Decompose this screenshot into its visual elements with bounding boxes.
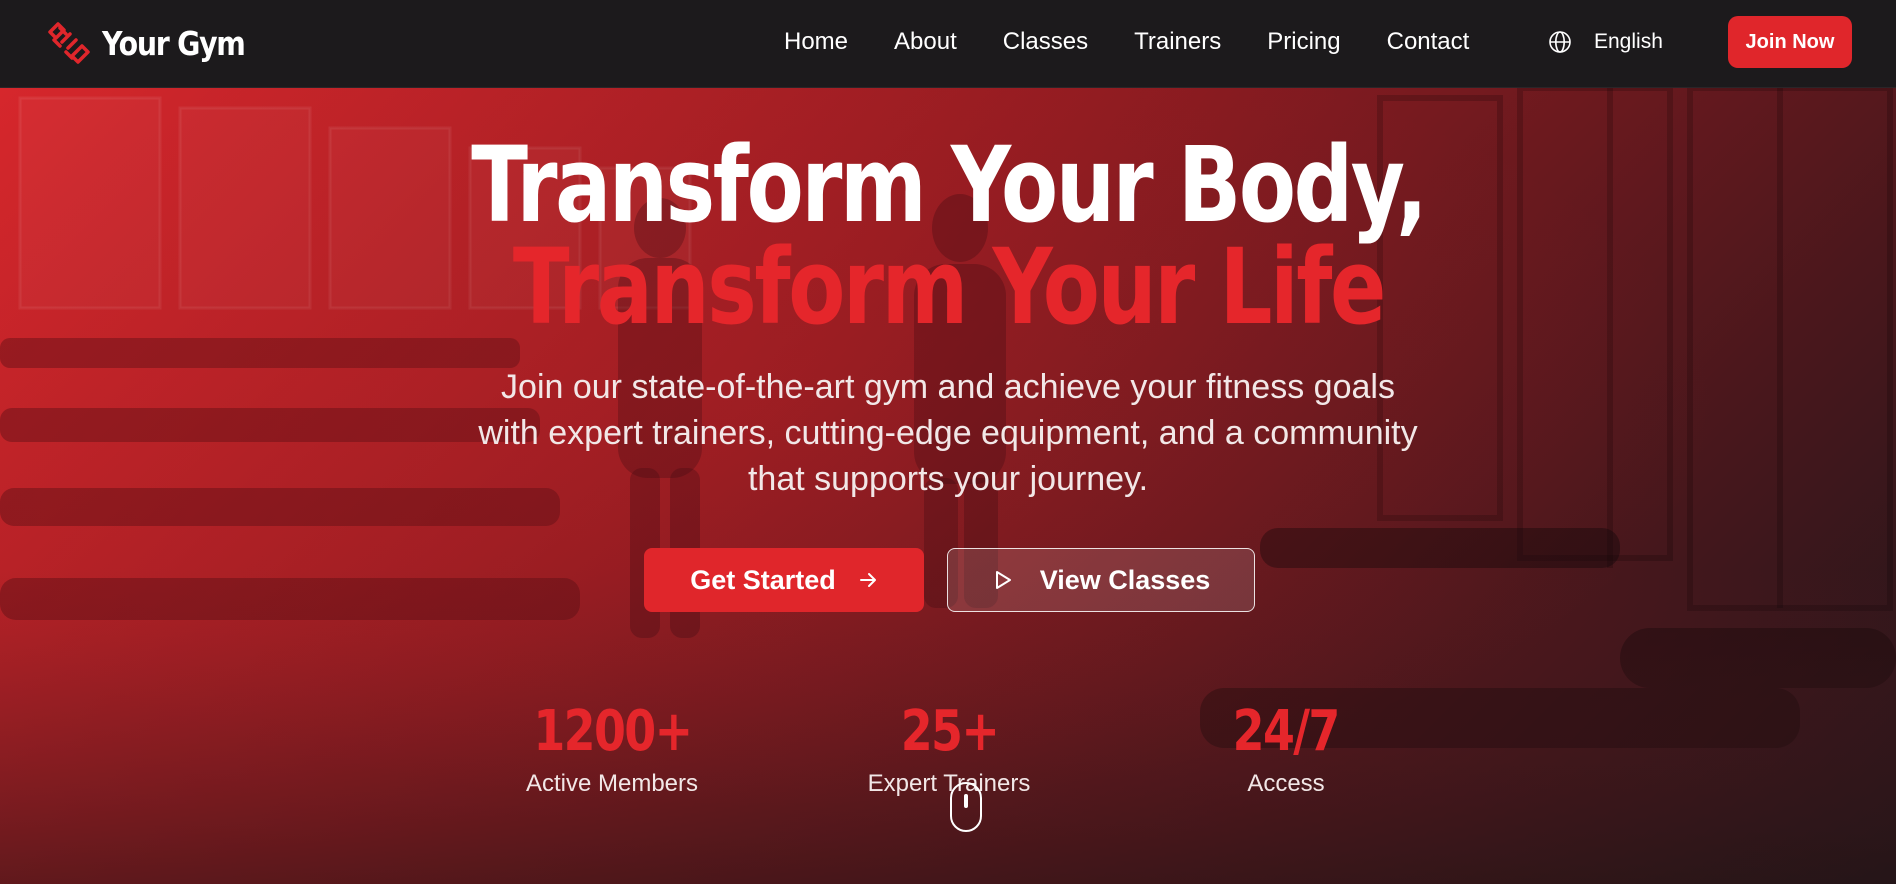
stat-value: 24/7 — [1232, 699, 1341, 764]
view-classes-label: View Classes — [1039, 564, 1211, 595]
get-started-label: Get Started — [690, 564, 836, 595]
main-nav: Home About Classes Trainers Pricing Cont… — [784, 24, 1515, 60]
hero-subtitle: Join our state-of-the-art gym and achiev… — [478, 368, 1418, 498]
view-classes-button[interactable]: View Classes — [947, 548, 1255, 612]
stat-expert-trainers: 25+ Expert Trainers — [819, 700, 1079, 798]
nav-link-home[interactable]: Home — [784, 24, 848, 60]
nav-link-pricing[interactable]: Pricing — [1267, 24, 1340, 60]
nav-link-trainers[interactable]: Trainers — [1134, 24, 1221, 60]
language-label: English — [1594, 30, 1663, 53]
stat-label: Access — [1247, 770, 1325, 797]
nav-link-about[interactable]: About — [894, 24, 957, 60]
hero-headline-line2: Transform Your Life — [512, 226, 1386, 348]
nav-link-classes[interactable]: Classes — [1003, 24, 1088, 60]
stat-value: 1200+ — [532, 699, 693, 764]
stat-label: Expert Trainers — [867, 770, 1031, 797]
language-selector[interactable]: English — [1548, 24, 1663, 60]
brand-name: Your Gym — [102, 23, 246, 63]
stat-value: 25+ — [900, 699, 999, 764]
brand-logo[interactable]: Your Gym — [46, 18, 268, 68]
top-navbar: Your Gym Home About Classes Trainers Pri… — [0, 0, 1896, 88]
stat-active-members: 1200+ Active Members — [482, 700, 742, 798]
mouse-scroll-icon[interactable] — [950, 782, 982, 832]
play-icon — [995, 571, 1011, 589]
dumbbell-icon — [48, 22, 90, 64]
nav-link-contact[interactable]: Contact — [1387, 24, 1470, 60]
arrow-right-icon — [859, 573, 876, 587]
join-now-button[interactable]: Join Now — [1728, 16, 1852, 68]
globe-icon — [1549, 31, 1571, 53]
hero-section: Transform Your Body, Transform Your Life… — [0, 88, 1896, 884]
stat-access: 24/7 Access — [1156, 700, 1416, 798]
mouse-wheel — [964, 794, 968, 808]
stat-label: Active Members — [525, 770, 699, 797]
get-started-button[interactable]: Get Started — [644, 548, 924, 612]
